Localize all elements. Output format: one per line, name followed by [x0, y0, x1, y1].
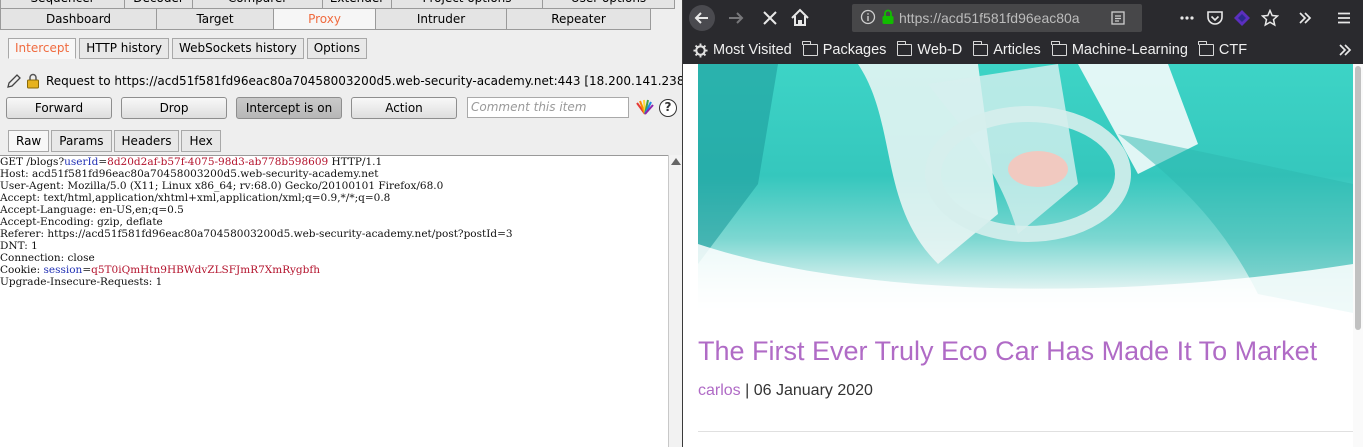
divider — [698, 431, 1358, 432]
bookmark-folder-ctf[interactable]: CTF — [1198, 41, 1247, 58]
stop-loading-icon[interactable] — [757, 5, 783, 31]
cookie-line: Cookie: session=q5T0iQmHtn9HBWdvZLSFJmR7… — [0, 264, 320, 276]
tab-sequencer[interactable]: Sequencer — [0, 0, 125, 9]
bookmark-folder-articles[interactable]: Articles — [972, 41, 1041, 58]
message-tabs: Raw Params Headers Hex — [8, 130, 221, 152]
header-line: Accept-Language: en-US,en;q=0.5 — [0, 204, 184, 216]
tab-dashboard[interactable]: Dashboard — [0, 9, 157, 30]
folder-icon — [1051, 41, 1067, 56]
intercept-toggle-button[interactable]: Intercept is on — [236, 97, 342, 119]
url-bar[interactable]: https://acd51f581fd96eac80a — [852, 4, 1142, 32]
secure-lock-icon[interactable] — [881, 9, 895, 28]
tab-repeater[interactable]: Repeater — [506, 9, 651, 30]
tab-target[interactable]: Target — [156, 9, 274, 30]
post-hero-image — [698, 64, 1353, 313]
param-value: 8d20d2af-b57f-4075-98d3-ab778b598609 — [107, 156, 329, 168]
header-line: Host: acd51f581fd96eac80a70458003200d5.w… — [0, 168, 379, 180]
bookmark-star-icon[interactable] — [1260, 8, 1280, 30]
header-line: Accept: text/html,application/xhtml+xml,… — [0, 192, 391, 204]
tool-tabs-row2: Dashboard Target Proxy Intruder Repeater — [0, 9, 651, 30]
reader-view-icon[interactable] — [1110, 10, 1126, 29]
bookmarks-toolbar: Most Visited Packages Web-D Articles Mac… — [683, 36, 1363, 64]
tab-hex[interactable]: Hex — [181, 130, 221, 152]
param-name: userId — [64, 156, 99, 168]
forward-button[interactable]: Forward — [6, 97, 112, 119]
bookmark-folder-packages[interactable]: Packages — [802, 41, 886, 58]
tab-headers[interactable]: Headers — [113, 130, 180, 152]
header-line: Upgrade-Insecure-Requests: 1 — [0, 276, 163, 288]
tab-intruder[interactable]: Intruder — [375, 9, 507, 30]
pocket-icon[interactable] — [1206, 9, 1224, 30]
info-icon[interactable] — [860, 9, 876, 28]
tab-intercept[interactable]: Intercept — [8, 38, 77, 59]
tool-tabs-row1: Sequencer Decoder Comparer Extender Proj… — [0, 0, 675, 9]
home-icon[interactable] — [787, 5, 813, 31]
drop-button[interactable]: Drop — [121, 97, 227, 119]
post-date: 06 January 2020 — [753, 382, 873, 399]
burp-suite-window: Sequencer Decoder Comparer Extender Proj… — [0, 0, 682, 447]
back-button[interactable] — [689, 5, 715, 31]
bookmarks-overflow-chevron-icon[interactable] — [1337, 42, 1353, 61]
header-line: Accept-Encoding: gzip, deflate — [0, 216, 163, 228]
tab-comparer[interactable]: Comparer — [192, 0, 323, 9]
header-line: DNT: 1 — [0, 240, 38, 252]
highlight-color-icon[interactable] — [636, 99, 654, 118]
url-text[interactable]: https://acd51f581fd96eac80a — [899, 10, 1099, 26]
scroll-up-arrow-icon[interactable] — [671, 158, 681, 165]
web-page: The First Ever Truly Eco Car Has Made It… — [683, 64, 1363, 447]
tab-http-history[interactable]: HTTP history — [79, 38, 170, 59]
help-icon[interactable]: ? — [659, 99, 677, 117]
header-line: Connection: close — [0, 252, 95, 264]
lock-icon — [26, 73, 42, 89]
navigation-toolbar: https://acd51f581fd96eac80a — [683, 0, 1363, 36]
tab-params[interactable]: Params — [51, 130, 112, 152]
page-scrollbar-thumb[interactable] — [1355, 66, 1361, 330]
tab-user-options[interactable]: User options — [542, 0, 675, 9]
author-link[interactable]: carlos — [698, 382, 741, 399]
cookie-value: q5T0iQmHtn9HBWdvZLSFJmR7XmRygbfh — [91, 264, 320, 276]
page-actions-icon[interactable] — [1179, 10, 1195, 29]
gear-icon — [693, 42, 708, 58]
cookie-name: session — [43, 264, 83, 276]
request-line: GET /blogs?userId=8d20d2af-b57f-4075-98d… — [0, 156, 383, 168]
hamburger-menu-icon[interactable] — [1336, 10, 1352, 29]
tab-options[interactable]: Options — [306, 38, 367, 59]
forward-icon[interactable] — [723, 5, 749, 31]
tab-project-options[interactable]: Project options — [391, 0, 543, 9]
folder-icon — [802, 41, 818, 56]
bookmark-folder-machine-learning[interactable]: Machine-Learning — [1051, 41, 1188, 58]
bookmark-most-visited[interactable]: Most Visited — [693, 42, 792, 58]
firefox-window: https://acd51f581fd96eac80a Most Visited… — [683, 0, 1363, 447]
comment-input[interactable]: Comment this item — [467, 97, 629, 118]
bookmark-folder-web-d[interactable]: Web-D — [896, 41, 962, 58]
tab-raw[interactable]: Raw — [8, 130, 50, 152]
editor-scrollbar[interactable] — [668, 155, 682, 447]
tab-decoder[interactable]: Decoder — [124, 0, 193, 9]
overflow-chevron-icon[interactable] — [1297, 10, 1313, 29]
request-info-line: Request to https://acd51f581fd96eac80a70… — [6, 72, 682, 90]
header-line: Referer: https://acd51f581fd96eac80a7045… — [0, 228, 513, 240]
action-button[interactable]: Action — [351, 97, 457, 119]
post-meta: carlos | 06 January 2020 — [698, 382, 873, 399]
request-target: Request to https://acd51f581fd96eac80a70… — [46, 74, 682, 88]
proxy-subtabs: Intercept HTTP history WebSockets histor… — [8, 38, 367, 59]
extension-icon[interactable] — [1233, 9, 1251, 30]
post-title-link[interactable]: The First Ever Truly Eco Car Has Made It… — [698, 336, 1317, 367]
tab-extender[interactable]: Extender — [322, 0, 392, 9]
folder-icon — [896, 41, 913, 56]
folder-icon — [972, 41, 989, 56]
folder-icon — [1198, 41, 1214, 56]
header-line: User-Agent: Mozilla/5.0 (X11; Linux x86_… — [0, 180, 444, 192]
raw-request-editor[interactable]: GET /blogs?userId=8d20d2af-b57f-4075-98d… — [0, 155, 668, 447]
tab-proxy[interactable]: Proxy — [273, 9, 376, 30]
pencil-icon[interactable] — [6, 73, 22, 89]
tab-websockets-history[interactable]: WebSockets history — [172, 38, 304, 59]
